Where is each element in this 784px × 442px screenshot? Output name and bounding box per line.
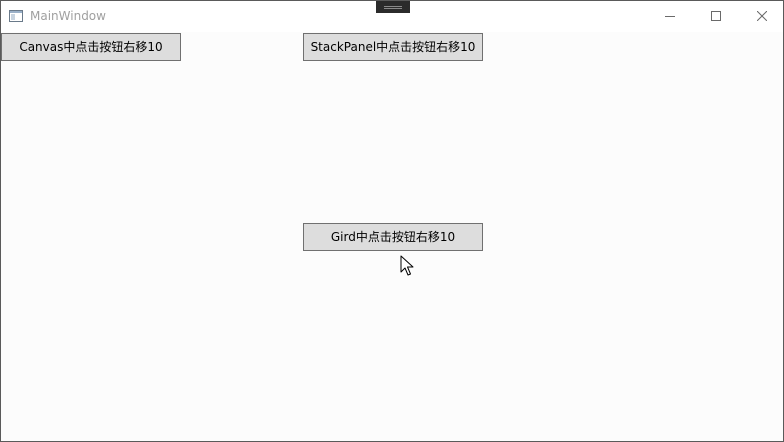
canvas-move-button[interactable]: Canvas中点击按钮右移10	[1, 33, 181, 61]
grip-icon	[384, 6, 402, 9]
title-bar[interactable]: MainWindow	[1, 1, 783, 31]
mouse-cursor-icon	[400, 255, 414, 276]
app-window-icon	[9, 9, 23, 23]
grid-move-button[interactable]: Gird中点击按钮右移10	[303, 223, 483, 251]
drag-handle[interactable]	[376, 1, 410, 13]
client-area: Canvas中点击按钮右移10 StackPanel中点击按钮右移10 Gird…	[1, 32, 783, 441]
minimize-icon	[665, 16, 675, 17]
minimize-button[interactable]	[647, 1, 693, 31]
stackpanel-move-button[interactable]: StackPanel中点击按钮右移10	[303, 33, 483, 61]
window-title: MainWindow	[30, 9, 106, 23]
maximize-icon	[711, 11, 721, 21]
main-window: MainWindow Canvas中点击按钮右移10 StackPanel中点击…	[0, 0, 784, 442]
close-icon	[757, 11, 767, 21]
close-button[interactable]	[739, 1, 784, 31]
maximize-button[interactable]	[693, 1, 739, 31]
